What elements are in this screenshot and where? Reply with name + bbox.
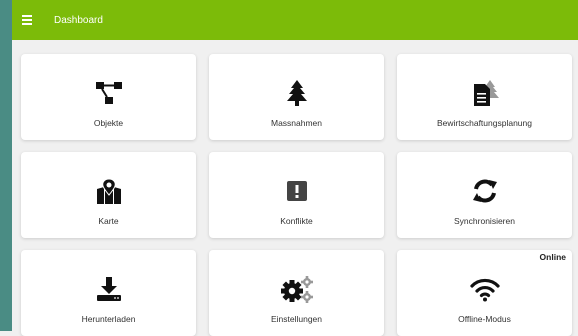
map-icon	[89, 174, 129, 208]
tile-konflikte[interactable]: Konflikte	[209, 152, 384, 238]
warning-icon	[277, 174, 317, 208]
tile-bewirtschaftungsplanung[interactable]: Bewirtschaftungsplanung	[397, 54, 572, 140]
tree-icon	[277, 76, 317, 110]
tile-objekte[interactable]: Objekte	[21, 54, 196, 140]
sync-icon	[465, 174, 505, 208]
sitemap-icon	[89, 76, 129, 110]
tile-label: Einstellungen	[270, 314, 323, 324]
status-badge: Online	[539, 252, 566, 262]
tile-offline-modus[interactable]: Online Offline-Modus	[397, 250, 572, 336]
tile-label: Karte	[98, 216, 119, 226]
tile-label: Herunterladen	[81, 314, 136, 324]
tile-label: Objekte	[93, 118, 124, 128]
tile-label: Offline-Modus	[458, 314, 511, 324]
tile-label: Massnahmen	[270, 118, 323, 128]
document-tree-icon	[465, 76, 505, 110]
menu-button[interactable]	[22, 15, 36, 25]
page-title: Dashboard	[54, 14, 103, 26]
left-strip	[0, 0, 12, 331]
tile-label: Konflikte	[280, 216, 313, 226]
dashboard-grid: Objekte Massnahmen Bewirtschaftungsplanu…	[12, 40, 578, 336]
tile-label: Synchronisieren	[454, 216, 515, 226]
download-icon	[89, 272, 129, 306]
tile-herunterladen[interactable]: Herunterladen	[21, 250, 196, 336]
top-app-bar: Dashboard	[12, 0, 578, 40]
wifi-icon	[465, 272, 505, 306]
tile-einstellungen[interactable]: Einstellungen	[209, 250, 384, 336]
tile-label: Bewirtschaftungsplanung	[437, 118, 532, 128]
gears-icon	[277, 272, 317, 306]
tile-karte[interactable]: Karte	[21, 152, 196, 238]
tile-massnahmen[interactable]: Massnahmen	[209, 54, 384, 140]
tile-synchronisieren[interactable]: Synchronisieren	[397, 152, 572, 238]
